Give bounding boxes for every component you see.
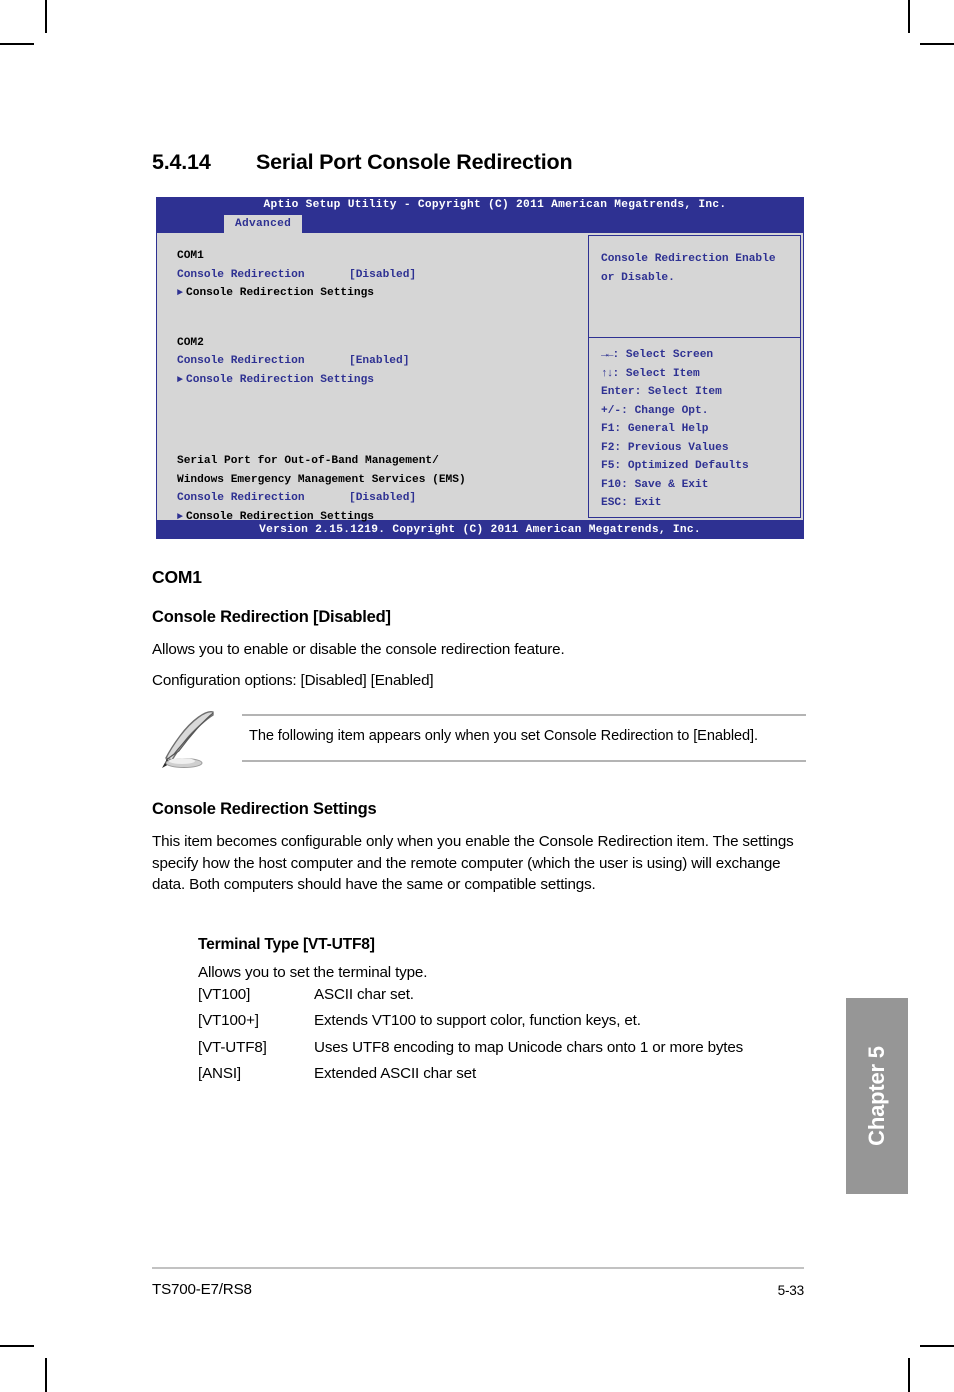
bios-side-panel: Console Redirection Enable or Disable. →… <box>588 235 801 518</box>
key-legend-row: F10: Save & Exit <box>601 476 794 495</box>
bios-key-legend: →←: Select Screen ↑↓: Select Item Enter:… <box>588 337 801 518</box>
bios-gap-2 <box>177 390 580 452</box>
terminal-option-row: [VT100] ASCII char set. <box>198 984 804 1006</box>
crop-mark-top-left-vertical <box>45 0 47 33</box>
key-legend-text: : Select Screen <box>612 349 714 361</box>
terminal-option-key: [VT100+] <box>198 1012 259 1029</box>
crop-mark-bottom-right-vertical <box>908 1358 910 1392</box>
heading-terminal-type: Terminal Type [VT-UTF8] <box>198 936 375 953</box>
key-legend-row: +/-: Change Opt. <box>601 402 794 421</box>
bios-ems-header-line1: Serial Port for Out-of-Band Management/ <box>177 455 439 467</box>
bios-item-com2-console-redirection[interactable]: Console Redirection [Enabled] <box>177 352 580 371</box>
bios-tab-bar: Advanced <box>156 214 804 233</box>
footer-rule <box>152 1267 804 1269</box>
terminal-type-section: Terminal Type [VT-UTF8] Allows you to se… <box>198 936 804 1085</box>
triangle-right-icon: ► <box>177 511 184 523</box>
bios-ems-header-line2: Windows Emergency Management Services (E… <box>177 473 466 486</box>
bios-group-header-com2: COM2 <box>177 336 204 349</box>
key-legend-text: F2: Previous Values <box>601 441 729 454</box>
heading-console-redirection-settings: Console Redirection Settings <box>152 800 377 818</box>
bios-item-value: [Disabled] <box>349 268 417 281</box>
terminal-option-row: [ANSI] Extended ASCII char set <box>198 1063 804 1085</box>
crop-mark-bottom-right-horizontal <box>920 1345 954 1347</box>
crop-mark-top-right-horizontal <box>920 43 954 45</box>
note-text: The following item appears only when you… <box>249 728 758 744</box>
key-legend-text: : Select Item <box>612 367 700 380</box>
key-legend-text: F1: General Help <box>601 423 709 435</box>
terminal-option-key: [VT-UTF8] <box>198 1038 267 1056</box>
bios-menu-panel: COM1 Console Redirection [Disabled] ► Cons… <box>159 235 580 523</box>
bios-item-label: Console Redirection <box>177 268 305 281</box>
quill-pen-icon <box>162 711 214 768</box>
bios-submenu-com1-settings[interactable]: ► Console Redirection Settings <box>177 284 580 304</box>
paragraph-config-options: Configuration options: [Disabled] [Enabl… <box>152 672 434 689</box>
chapter-tab: Chapter 5 <box>846 998 908 1194</box>
terminal-option-key: [ANSI] <box>198 1065 241 1082</box>
bios-help-text: Console Redirection Enable or Disable. <box>588 235 801 337</box>
bios-item-value: [Enabled] <box>349 355 410 367</box>
paragraph-terminal-desc: Allows you to set the terminal type. <box>198 964 428 981</box>
bios-submenu-label: Console Redirection Settings <box>186 287 374 299</box>
tab-advanced[interactable]: Advanced <box>224 215 303 233</box>
triangle-right-icon: ► <box>177 374 184 386</box>
terminal-option-desc: Uses UTF8 encoding to map Unicode chars … <box>314 1038 744 1056</box>
crop-mark-bottom-left-horizontal <box>0 1345 34 1347</box>
key-legend-text: F5: Optimized Defaults <box>601 460 749 472</box>
terminal-option-desc: Extends VT100 to support color, function… <box>314 1012 641 1029</box>
key-legend-row: →←: Select Screen <box>601 346 794 365</box>
bios-body: COM1 Console Redirection [Disabled] ► Cons… <box>156 233 804 523</box>
bios-title-bar: Aptio Setup Utility - Copyright (C) 2011… <box>156 197 804 214</box>
bios-submenu-ems-settings[interactable]: ► Console Redirection Settings <box>177 508 580 528</box>
heading-com1: COM1 <box>152 567 202 587</box>
key-legend-text: ESC: Exit <box>601 497 662 509</box>
arrow-up-down-icon: ↑↓ <box>601 367 613 380</box>
key-legend-text: +/-: Change Opt. <box>601 404 709 417</box>
bios-submenu-label: Console Redirection Settings <box>186 373 374 386</box>
section-title: Serial Port Console Redirection <box>256 150 573 174</box>
crop-mark-top-right-vertical <box>908 0 910 33</box>
bios-help-line-1: Console Redirection Enable <box>601 253 776 265</box>
key-legend-row: ESC: Exit <box>601 494 794 513</box>
bios-item-com1-console-redirection[interactable]: Console Redirection [Disabled] <box>177 266 580 285</box>
footer-page-number: 5-33 <box>777 1283 805 1298</box>
terminal-option-row: [VT-UTF8] Uses UTF8 encoding to map Unic… <box>198 1037 804 1059</box>
key-legend-row: ↑↓: Select Item <box>601 365 794 384</box>
crop-mark-bottom-left-vertical <box>45 1358 47 1392</box>
key-legend-row: F5: Optimized Defaults <box>601 457 794 476</box>
chapter-tab-label: Chapter 5 <box>864 1046 889 1146</box>
bios-submenu-com2-settings[interactable]: ► Console Redirection Settings <box>177 371 580 391</box>
key-legend-text: Enter: Select Item <box>601 386 722 398</box>
terminal-option-desc: Extended ASCII char set <box>314 1065 477 1082</box>
paragraph-settings-desc: This item becomes configurable only when… <box>152 833 794 893</box>
terminal-option-key: [VT100] <box>198 985 251 1003</box>
terminal-option-desc: ASCII char set. <box>314 985 414 1003</box>
key-legend-row: Enter: Select Item <box>601 383 794 402</box>
key-legend-text: F10: Save & Exit <box>601 478 709 491</box>
triangle-right-icon: ► <box>177 288 184 299</box>
paragraph-console-redirection-desc: Allows you to enable or disable the cons… <box>152 641 565 658</box>
crop-mark-top-left-horizontal <box>0 43 34 45</box>
bios-item-label: Console Redirection <box>177 355 305 367</box>
bios-screenshot: Aptio Setup Utility - Copyright (C) 2011… <box>156 197 804 539</box>
key-legend-row: F1: General Help <box>601 420 794 439</box>
bios-gap-1 <box>177 304 580 334</box>
key-legend-row: F2: Previous Values <box>601 439 794 458</box>
note-box: The following item appears only when you… <box>152 706 806 770</box>
heading-console-redirection: Console Redirection [Disabled] <box>152 608 391 626</box>
note-top-rule <box>242 714 806 716</box>
section-number: 5.4.14 <box>152 150 211 174</box>
footer-product-name: TS700-E7/RS8 <box>152 1281 252 1298</box>
arrow-left-right-icon: →← <box>601 349 613 361</box>
bios-item-label: Console Redirection <box>177 492 305 504</box>
bios-help-line-2: or Disable. <box>601 271 675 284</box>
bios-item-value: [Disabled] <box>349 492 417 504</box>
terminal-option-row: [VT100+] Extends VT100 to support color,… <box>198 1010 804 1032</box>
note-bottom-rule <box>242 760 806 762</box>
section-heading: 5.4.14 Serial Port Console Redirection <box>152 150 573 175</box>
bios-submenu-label: Console Redirection Settings <box>186 510 374 523</box>
bios-group-header-com1: COM1 <box>177 250 204 262</box>
bios-item-ems-console-redirection[interactable]: Console Redirection [Disabled] <box>177 489 580 508</box>
